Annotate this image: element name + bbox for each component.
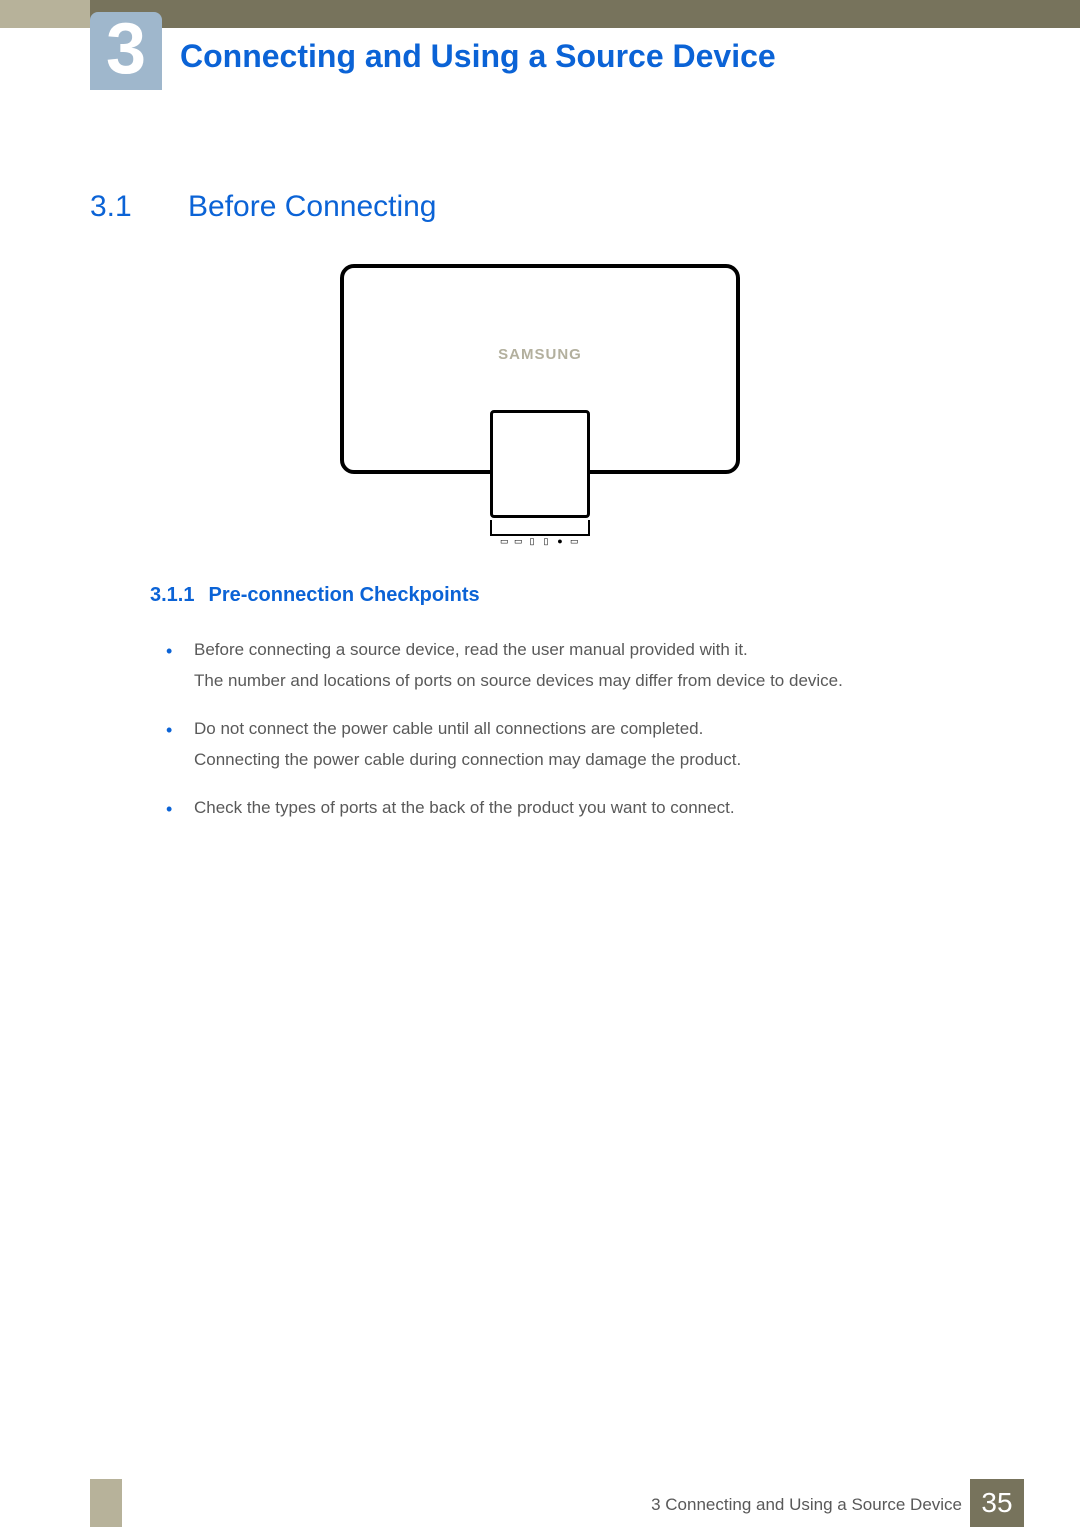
list-item-text: Do not connect the power cable until all… xyxy=(194,719,703,738)
monitor-illustration: SAMSUNG ▭ ▭ ▯ ▯ ● ▭ xyxy=(330,264,750,544)
port-icon: ▯ xyxy=(542,536,552,544)
list-item-text-followup: The number and locations of ports on sou… xyxy=(194,666,980,697)
page-header: 3 Connecting and Using a Source Device xyxy=(0,0,1080,80)
footer-accent-left xyxy=(90,1479,122,1527)
list-item-text-followup: Connecting the power cable during connec… xyxy=(194,745,980,776)
subsection-number: 3.1.1 xyxy=(150,584,194,607)
footer-page-box: 35 xyxy=(970,1479,1024,1527)
monitor-brand-label: SAMSUNG xyxy=(498,346,582,363)
chapter-number: 3 xyxy=(106,8,146,94)
page-number: 35 xyxy=(981,1487,1012,1519)
section-title: Before Connecting xyxy=(188,190,437,224)
port-icon: ▯ xyxy=(528,536,538,544)
page-content: 3.1 Before Connecting SAMSUNG ▭ ▭ ▯ ▯ ● … xyxy=(90,190,990,842)
header-accent-left xyxy=(0,0,90,28)
section-heading: 3.1 Before Connecting xyxy=(90,190,990,224)
chapter-badge: 3 xyxy=(90,12,162,90)
chapter-title: Connecting and Using a Source Device xyxy=(180,38,776,74)
port-icon: ▭ xyxy=(500,536,510,544)
subsection-heading: 3.1.1 Pre-connection Checkpoints xyxy=(150,584,990,607)
monitor-ports-icon: ▭ ▭ ▯ ▯ ● ▭ xyxy=(490,536,590,544)
header-accent-strip xyxy=(0,0,1080,28)
checklist: Before connecting a source device, read … xyxy=(166,635,980,824)
header-accent-right xyxy=(90,0,1080,28)
monitor-base-icon xyxy=(490,520,590,536)
list-item: Before connecting a source device, read … xyxy=(166,635,980,696)
port-icon: ▭ xyxy=(514,536,524,544)
list-item: Do not connect the power cable until all… xyxy=(166,714,980,775)
list-item: Check the types of ports at the back of … xyxy=(166,793,980,824)
page-footer: 3 Connecting and Using a Source Device 3… xyxy=(0,1479,1080,1527)
subsection-title: Pre-connection Checkpoints xyxy=(208,584,479,607)
chapter-title-container: Connecting and Using a Source Device xyxy=(180,38,1040,75)
monitor-stand-icon xyxy=(490,410,590,518)
port-icon: ● xyxy=(556,536,566,544)
list-item-text: Before connecting a source device, read … xyxy=(194,640,748,659)
list-item-text: Check the types of ports at the back of … xyxy=(194,798,735,817)
port-icon: ▭ xyxy=(570,536,580,544)
section-number: 3.1 xyxy=(90,190,148,224)
footer-breadcrumb: 3 Connecting and Using a Source Device xyxy=(651,1495,962,1515)
